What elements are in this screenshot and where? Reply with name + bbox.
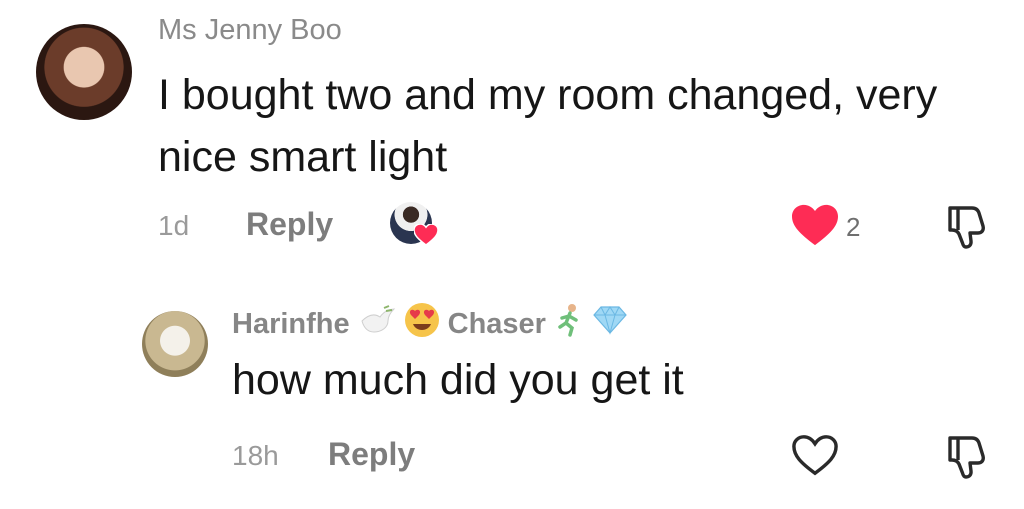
reply-author-name-part1: Harinfhe [232, 307, 350, 340]
reply-button[interactable]: Reply [246, 206, 333, 243]
dove-emoji [358, 305, 396, 343]
reply-author[interactable]: Harinfhe Chaser [232, 302, 628, 346]
reply-button[interactable]: Reply [328, 436, 415, 473]
reply-text: how much did you get it [232, 356, 684, 404]
like-count: 2 [846, 212, 861, 242]
heart-eyes-emoji [404, 302, 440, 346]
comment-author[interactable]: Ms Jenny Boo [158, 14, 342, 47]
heart-outline-icon[interactable] [792, 434, 838, 478]
reply-timestamp: 18h [232, 440, 279, 471]
runner-emoji [554, 303, 584, 345]
reply-commenter-avatar[interactable] [142, 311, 208, 377]
comment-timestamp: 1d [158, 210, 190, 241]
dislike-icon[interactable] [944, 204, 988, 250]
heart-icon[interactable] [792, 204, 838, 248]
small-heart-icon [414, 224, 438, 246]
commenter-avatar[interactable] [36, 24, 132, 120]
comment-text: I bought two and my room changed, very n… [158, 71, 938, 181]
dislike-icon[interactable] [944, 434, 988, 480]
reply-author-name-part2: Chaser [447, 307, 546, 340]
creator-liked-badge [390, 202, 438, 250]
diamond-emoji [592, 305, 628, 343]
